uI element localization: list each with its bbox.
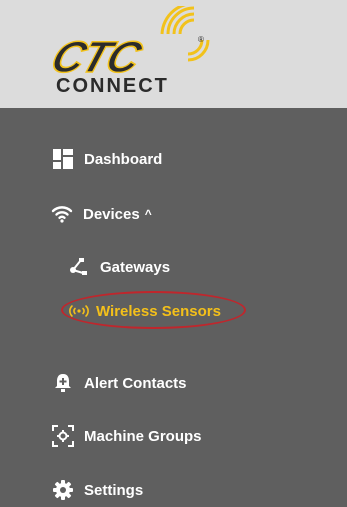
sidebar-item-settings[interactable]: Settings: [0, 473, 347, 507]
sidebar-item-wireless-sensors[interactable]: Wireless Sensors: [0, 294, 347, 328]
gateway-network-icon: [68, 256, 90, 278]
sidebar-item-dashboard[interactable]: Dashboard: [0, 142, 347, 176]
wifi-icon: [51, 203, 73, 225]
sidebar-item-gateways[interactable]: Gateways: [0, 250, 347, 284]
sidebar-item-devices[interactable]: Devices ^: [0, 197, 347, 231]
dashboard-grid-icon: [52, 148, 74, 170]
wireless-broadcast-icon: [68, 300, 90, 322]
sidebar-item-label: Wireless Sensors: [96, 302, 221, 320]
sidebar-item-label: Dashboard: [84, 150, 163, 168]
machine-groups-icon: [52, 425, 74, 447]
sidebar-item-alert-contacts[interactable]: Alert Contacts: [0, 366, 347, 400]
gear-icon: [52, 479, 74, 501]
sidebar-nav: Dashboard Devices ^ Gateways Wireless Se…: [0, 108, 347, 500]
logo-header: CTC ® CONNECT: [0, 0, 347, 108]
sidebar-item-label: Alert Contacts: [84, 374, 187, 392]
sidebar-item-label: Settings: [84, 481, 144, 499]
chevron-up-icon: ^: [144, 207, 152, 221]
logo-connect-text: CONNECT: [56, 75, 169, 97]
sidebar-item-label: Devices: [83, 205, 140, 223]
sidebar-item-label: Machine Groups: [84, 427, 202, 445]
alert-bell-icon: [52, 372, 74, 394]
sidebar-item-label: Gateways: [100, 258, 171, 276]
ctc-connect-logo: CTC ® CONNECT: [50, 6, 210, 97]
sidebar-item-machine-groups[interactable]: Machine Groups: [0, 419, 347, 453]
logo-registered: ®: [198, 35, 204, 44]
